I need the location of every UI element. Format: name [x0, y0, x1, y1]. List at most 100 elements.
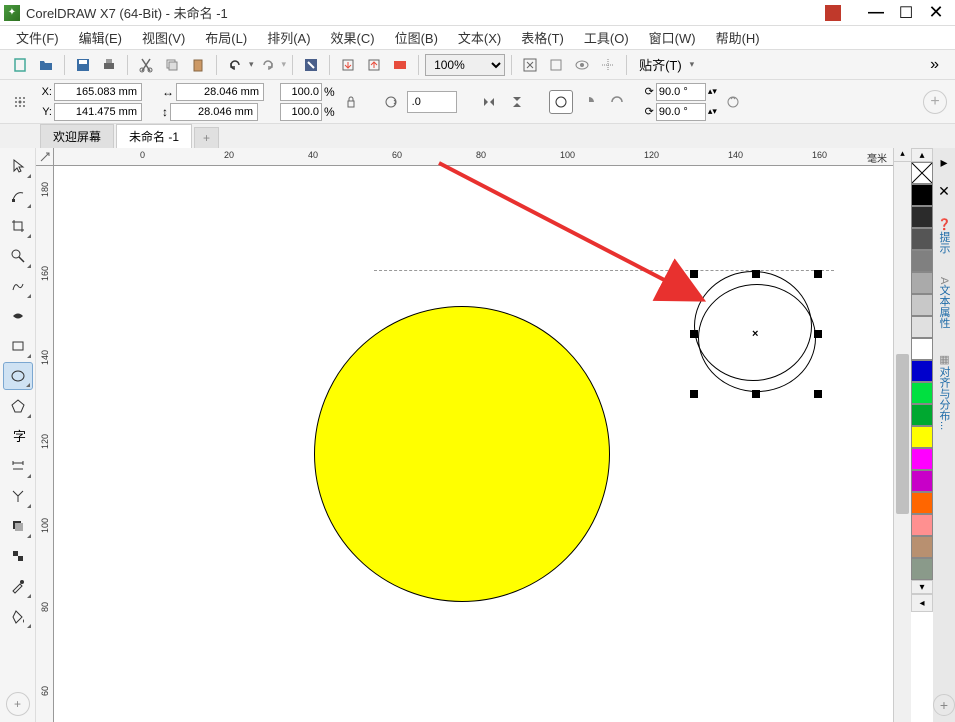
- vertical-ruler[interactable]: 180 160 140 120 100 80 60: [36, 166, 54, 722]
- preview-button[interactable]: [570, 53, 594, 77]
- color-swatch[interactable]: [911, 382, 933, 404]
- menu-file[interactable]: 文件(F): [8, 26, 67, 49]
- height-input[interactable]: [170, 103, 258, 121]
- copy-button[interactable]: [160, 53, 184, 77]
- fill-tool[interactable]: [3, 602, 33, 630]
- selection-handle[interactable]: [814, 390, 822, 398]
- tab-document[interactable]: 未命名 -1: [116, 124, 192, 148]
- docker-expand[interactable]: ▸: [938, 152, 949, 173]
- close-button[interactable]: ✕: [921, 3, 951, 23]
- selection-handle[interactable]: [690, 390, 698, 398]
- arc-button[interactable]: [605, 90, 629, 114]
- color-yellow[interactable]: [911, 426, 933, 448]
- rotation-input[interactable]: [407, 91, 457, 113]
- color-swatch[interactable]: [911, 404, 933, 426]
- color-swatch[interactable]: [911, 228, 933, 250]
- polygon-tool[interactable]: [3, 392, 33, 420]
- docker-hints[interactable]: ❓提示: [934, 210, 954, 261]
- connector-tool[interactable]: [3, 482, 33, 510]
- color-swatch[interactable]: [911, 514, 933, 536]
- selection-handle[interactable]: [752, 390, 760, 398]
- selection-handle[interactable]: [690, 330, 698, 338]
- color-swatch[interactable]: [911, 558, 933, 580]
- options-button[interactable]: [596, 53, 620, 77]
- spinner[interactable]: ▴▾: [708, 106, 717, 117]
- add-property-button[interactable]: +: [923, 90, 947, 114]
- color-swatch[interactable]: [911, 206, 933, 228]
- scroll-up[interactable]: ▴: [894, 148, 911, 162]
- scale-y-input[interactable]: [280, 103, 322, 121]
- selection-handle[interactable]: [814, 270, 822, 278]
- yellow-circle[interactable]: [314, 306, 610, 602]
- palette-expand[interactable]: ◂: [911, 594, 933, 612]
- ellipse-tool[interactable]: [3, 362, 33, 390]
- palette-up[interactable]: ▴: [911, 148, 933, 162]
- menu-help[interactable]: 帮助(H): [708, 26, 768, 49]
- tool-expand[interactable]: +: [6, 692, 30, 716]
- pick-tool[interactable]: [3, 152, 33, 180]
- color-none[interactable]: [911, 162, 933, 184]
- ruler-origin[interactable]: [36, 148, 54, 166]
- menu-edit[interactable]: 编辑(E): [71, 26, 130, 49]
- color-swatch[interactable]: [911, 360, 933, 382]
- lock-ratio-button[interactable]: [339, 90, 363, 114]
- y-input[interactable]: [54, 103, 142, 121]
- crop-tool[interactable]: [3, 212, 33, 240]
- text-tool[interactable]: 字: [3, 422, 33, 450]
- freehand-tool[interactable]: [3, 272, 33, 300]
- menu-text[interactable]: 文本(X): [450, 26, 509, 49]
- mirror-h-button[interactable]: [477, 90, 501, 114]
- docker-add[interactable]: +: [933, 694, 955, 716]
- menu-arrange[interactable]: 排列(A): [259, 26, 318, 49]
- shape-tool[interactable]: [3, 182, 33, 210]
- selection-handle[interactable]: [814, 330, 822, 338]
- zoom-tool[interactable]: [3, 242, 33, 270]
- transparency-tool[interactable]: [3, 542, 33, 570]
- toolbar-expand[interactable]: »: [922, 56, 947, 74]
- save-button[interactable]: [71, 53, 95, 77]
- user-icon[interactable]: [825, 5, 841, 21]
- minimize-button[interactable]: —: [861, 3, 891, 23]
- origin-button[interactable]: [8, 90, 32, 114]
- direction-button[interactable]: [721, 90, 745, 114]
- color-swatch[interactable]: [911, 448, 933, 470]
- scroll-thumb[interactable]: [896, 354, 909, 514]
- angle1-input[interactable]: [656, 83, 706, 101]
- search-button[interactable]: [299, 53, 323, 77]
- width-input[interactable]: [176, 83, 264, 101]
- selection-handle[interactable]: [752, 270, 760, 278]
- snap-label[interactable]: 贴齐(T): [633, 55, 688, 74]
- tab-welcome[interactable]: 欢迎屏幕: [40, 124, 114, 148]
- drop-shadow-tool[interactable]: [3, 512, 33, 540]
- docker-align[interactable]: ▦对齐与分布...: [934, 345, 954, 438]
- vertical-scrollbar[interactable]: ▴: [893, 148, 911, 722]
- artistic-media-tool[interactable]: [3, 302, 33, 330]
- color-swatch[interactable]: [911, 316, 933, 338]
- paste-button[interactable]: [186, 53, 210, 77]
- ellipse-type-button[interactable]: [549, 90, 573, 114]
- angle2-input[interactable]: [656, 103, 706, 121]
- zoom-select[interactable]: 100%: [425, 54, 505, 76]
- export-button[interactable]: [362, 53, 386, 77]
- menu-layout[interactable]: 布局(L): [197, 26, 255, 49]
- publish-button[interactable]: [388, 53, 412, 77]
- color-swatch[interactable]: [911, 492, 933, 514]
- menu-window[interactable]: 窗口(W): [641, 26, 704, 49]
- fullscreen-button[interactable]: [518, 53, 542, 77]
- color-swatch[interactable]: [911, 470, 933, 492]
- tab-add[interactable]: +: [194, 127, 219, 148]
- docker-close[interactable]: ✕: [936, 181, 952, 202]
- color-black[interactable]: [911, 184, 933, 206]
- new-button[interactable]: [8, 53, 32, 77]
- menu-table[interactable]: 表格(T): [513, 26, 572, 49]
- parallel-dimension-tool[interactable]: [3, 452, 33, 480]
- selection-center[interactable]: ×: [752, 328, 758, 340]
- color-swatch[interactable]: [911, 272, 933, 294]
- maximize-button[interactable]: ☐: [891, 3, 921, 23]
- import-button[interactable]: [336, 53, 360, 77]
- eyedropper-tool[interactable]: [3, 572, 33, 600]
- menu-tools[interactable]: 工具(O): [576, 26, 637, 49]
- docker-text-properties[interactable]: A文本属性: [934, 269, 954, 336]
- palette-down[interactable]: ▾: [911, 580, 933, 594]
- cut-button[interactable]: [134, 53, 158, 77]
